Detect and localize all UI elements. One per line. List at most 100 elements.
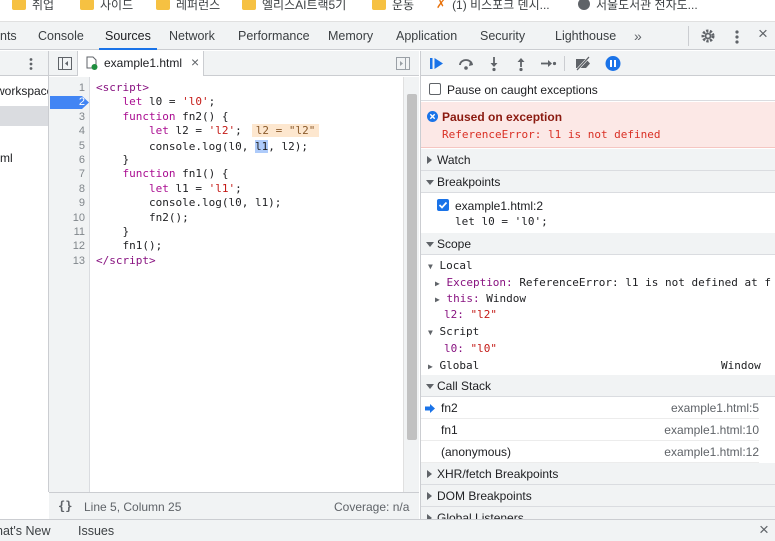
- step-over-icon[interactable]: [457, 55, 475, 72]
- tab-application[interactable]: Application: [396, 22, 457, 50]
- more-options-icon[interactable]: [733, 29, 741, 45]
- code-line: fn1();: [96, 239, 163, 253]
- global-listeners-section-header[interactable]: Global Listeners: [421, 507, 775, 519]
- bookmark-folder[interactable]: 사이드: [80, 0, 133, 14]
- step-out-icon[interactable]: [512, 55, 530, 72]
- code-line: fn2();: [96, 210, 189, 224]
- global-value: Window: [721, 359, 761, 372]
- workspace-item[interactable]: workspace: [0, 84, 48, 98]
- file-tab[interactable]: example1.html ×: [77, 51, 204, 76]
- line-number-gutter[interactable]: 1 2 3 4 5 6 7 8 9 10 11 12 13: [49, 77, 90, 492]
- breakpoint-item: example1.html:2 let l0 = 'l0';: [421, 194, 775, 234]
- folder-icon: [80, 0, 94, 10]
- line-number: 9: [78, 197, 85, 210]
- frame-location[interactable]: example1.html:12: [664, 441, 759, 463]
- call-stack-section-header[interactable]: Call Stack: [421, 375, 775, 397]
- file-navigator: workspace ml: [0, 51, 49, 492]
- code-line: function fn2() {: [122, 109, 229, 123]
- close-devtools-icon[interactable]: ×: [758, 24, 768, 44]
- breakpoint-checkbox[interactable]: [437, 199, 449, 211]
- editor-scrollbar[interactable]: [403, 77, 419, 492]
- l2-row: l2: "l2": [444, 308, 497, 321]
- call-frame[interactable]: (anonymous) example1.html:12: [421, 441, 759, 463]
- bookmark-site[interactable]: ✗ (1) 비스포크 덴시...: [436, 0, 550, 14]
- code-line: let l1 = 'l1';: [148, 181, 242, 195]
- bookmark-site[interactable]: 서울도서관 전자도...: [578, 0, 698, 14]
- tab-memory[interactable]: Memory: [328, 22, 373, 50]
- l0-row: l0: "l0": [444, 342, 497, 355]
- debugger-sidebar: Pause on caught exceptions Paused on exc…: [420, 51, 775, 519]
- tab-elements[interactable]: nts: [0, 22, 17, 50]
- pause-on-caught-label: Pause on caught exceptions: [447, 83, 598, 97]
- tab-issues[interactable]: Issues: [78, 524, 114, 538]
- settings-gear-icon[interactable]: [700, 28, 716, 44]
- folder-icon: [242, 0, 256, 10]
- tab-console[interactable]: Console: [38, 22, 84, 50]
- bookmark-folder[interactable]: 레퍼런스: [156, 0, 220, 14]
- frame-name: fn2: [441, 401, 458, 415]
- navigator-more-icon[interactable]: [27, 57, 35, 71]
- frame-location[interactable]: example1.html:5: [671, 397, 759, 419]
- step-icon[interactable]: [539, 55, 557, 72]
- bookmark-folder[interactable]: 엘리스AI트랙5기: [242, 0, 346, 14]
- folder-icon: [156, 0, 170, 10]
- this-row[interactable]: ▶ this: Window: [435, 292, 526, 305]
- folder-icon: [12, 0, 26, 10]
- file-paused-icon: [86, 56, 98, 70]
- paused-error-message: ReferenceError: l1 is not defined: [442, 128, 661, 141]
- toggle-debugger-icon[interactable]: [396, 57, 410, 70]
- line-number: 4: [78, 125, 85, 138]
- frame-name: (anonymous): [441, 445, 512, 459]
- close-tab-icon[interactable]: ×: [191, 54, 199, 70]
- folder-icon: [372, 0, 386, 10]
- line-number: 3: [78, 110, 85, 123]
- script-scope-row[interactable]: ▼ Script: [428, 325, 479, 338]
- frame-location[interactable]: example1.html:10: [664, 419, 759, 441]
- code-line: }: [96, 225, 130, 238]
- resume-icon[interactable]: [429, 55, 447, 72]
- cursor-position: Line 5, Column 25: [84, 500, 182, 514]
- exception-row[interactable]: ▶ Exception: ReferenceError: l1 is not d…: [435, 276, 771, 289]
- watch-section-header[interactable]: Watch: [421, 149, 775, 171]
- navigator-header: [0, 51, 48, 76]
- bookmark-folder[interactable]: 운동: [372, 0, 414, 14]
- code-line: console.log(l0, l1);: [96, 196, 282, 210]
- editor-status-bar: {} Line 5, Column 25 Coverage: n/a: [49, 492, 419, 519]
- code-line-current: console.log(l0, l1, l2);: [96, 139, 308, 153]
- tab-whats-new[interactable]: nat's New: [0, 524, 51, 538]
- global-scope-row[interactable]: ▶ Global: [428, 359, 479, 372]
- paused-on-exception-banner: Paused on exception ReferenceError: l1 i…: [421, 102, 775, 148]
- line-number: 2: [78, 96, 85, 109]
- step-into-icon[interactable]: [485, 55, 503, 72]
- toggle-navigator-icon[interactable]: [58, 57, 72, 70]
- more-tabs-button[interactable]: »: [634, 22, 642, 50]
- file-item[interactable]: ml: [0, 151, 13, 165]
- call-frame[interactable]: fn1 example1.html:10: [421, 419, 759, 441]
- tab-sources[interactable]: Sources: [99, 22, 157, 50]
- scope-section-header[interactable]: Scope: [421, 233, 775, 255]
- code-line: let l2 = 'l2'; l2 = "l2": [96, 124, 320, 138]
- xhr-breakpoints-section-header[interactable]: XHR/fetch Breakpoints: [421, 463, 775, 485]
- tab-lighthouse[interactable]: Lighthouse: [555, 22, 616, 50]
- breakpoints-section-header[interactable]: Breakpoints: [421, 171, 775, 193]
- selected-file-row[interactable]: [0, 106, 48, 126]
- call-frame-active[interactable]: fn2 example1.html:5: [421, 397, 759, 419]
- paused-title: Paused on exception: [442, 110, 563, 124]
- local-scope-row[interactable]: ▼ Local: [428, 259, 473, 272]
- close-drawer-icon[interactable]: ×: [759, 520, 769, 540]
- tab-network[interactable]: Network: [169, 22, 215, 50]
- dom-breakpoints-section-header[interactable]: DOM Breakpoints: [421, 485, 775, 507]
- line-number: 1: [78, 82, 85, 94]
- debugger-toolbar: [421, 51, 775, 76]
- pause-on-caught-checkbox[interactable]: [429, 83, 441, 95]
- code-line: function fn1() {: [122, 167, 229, 181]
- tab-security[interactable]: Security: [480, 22, 525, 50]
- file-tab-label: example1.html: [104, 56, 183, 70]
- code-editor[interactable]: <script> let l0 = 'l0'; function fn2() {…: [90, 77, 403, 492]
- deactivate-breakpoints-icon[interactable]: [574, 55, 592, 72]
- pretty-print-button[interactable]: {}: [58, 499, 72, 513]
- pause-on-exceptions-icon[interactable]: [604, 55, 622, 72]
- bookmark-folder[interactable]: 취업: [12, 0, 54, 14]
- scrollbar-thumb[interactable]: [407, 94, 417, 440]
- tab-performance[interactable]: Performance: [238, 22, 310, 50]
